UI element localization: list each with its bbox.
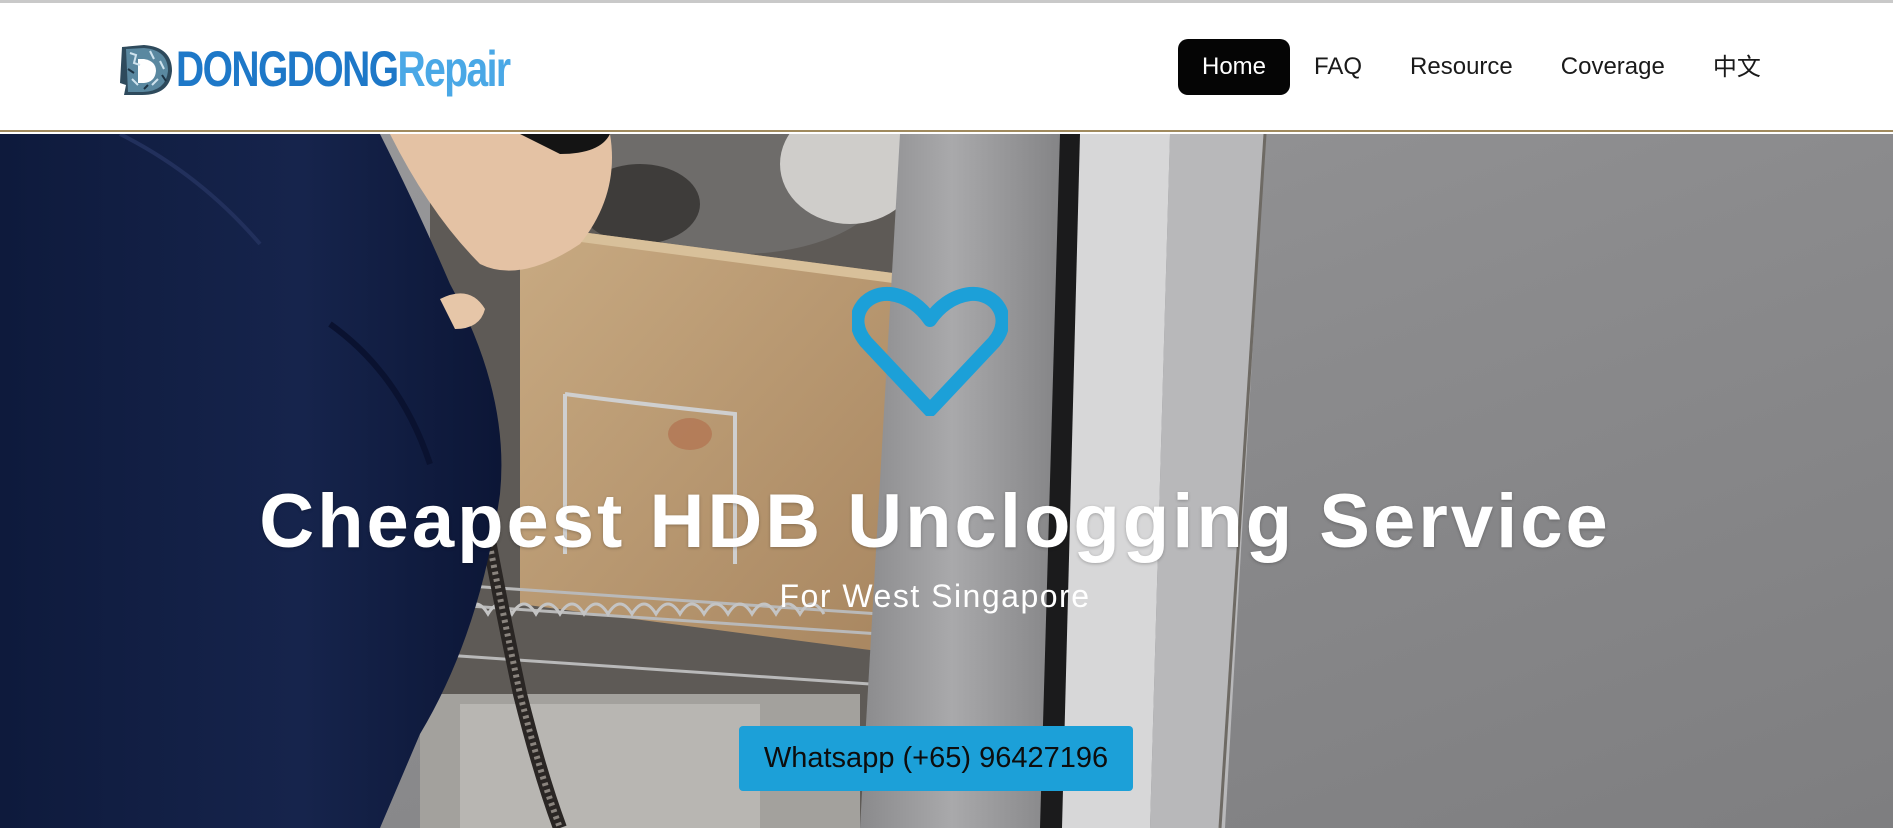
logo-text-dongdong: DONGDONG <box>176 41 399 97</box>
hero-section: Cheapest HDB Unclogging Service For West… <box>0 134 1893 828</box>
nav-home[interactable]: Home <box>1178 39 1291 95</box>
main-nav: Home FAQ Resource Coverage 中文 <box>1178 39 1785 95</box>
whatsapp-button[interactable]: Whatsapp (+65) 96427196 <box>739 726 1133 791</box>
logo-wordmark: DONGDONGRepair <box>176 39 512 99</box>
nav-faq[interactable]: FAQ <box>1290 39 1386 95</box>
site-header: DONGDONGRepair Home FAQ Resource Coverag… <box>0 3 1893 132</box>
nav-resource[interactable]: Resource <box>1386 39 1537 95</box>
nav-coverage[interactable]: Coverage <box>1537 39 1689 95</box>
d-letter-logo-icon <box>120 45 172 95</box>
nav-chinese[interactable]: 中文 <box>1689 39 1785 95</box>
hero-title: Cheapest HDB Unclogging Service <box>259 479 1611 564</box>
logo-text-repair: Repair <box>397 41 512 97</box>
heart-outline-icon <box>852 286 1008 416</box>
hero-subtitle: For West Singapore <box>779 578 1091 614</box>
site-logo[interactable]: DONGDONGRepair <box>116 37 604 101</box>
